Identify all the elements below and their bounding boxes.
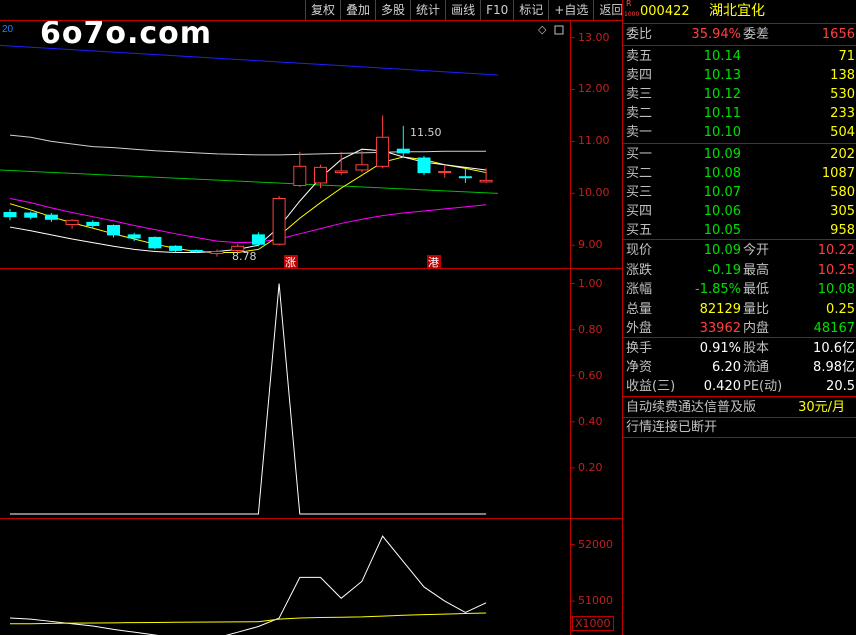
candle-body — [189, 249, 203, 252]
low-price-label: 8.78 — [232, 250, 257, 263]
ma-line-magenta — [9, 198, 487, 244]
badge-number: 1000 — [624, 11, 640, 18]
candle-body — [251, 234, 265, 245]
stock-code: 000422 — [640, 4, 690, 19]
price-pane: 11.50 8.78 涨 港 — [0, 44, 499, 269]
event-marker-hk: 港 — [428, 256, 439, 269]
indicator-axis-label: 0.60 — [578, 368, 603, 382]
chart-area: 11.50 8.78 涨 港 ◇ — [0, 20, 622, 635]
candle-body — [44, 214, 58, 220]
ma-line-white2 — [9, 148, 487, 254]
indicator-axis-label: 0.20 — [578, 460, 603, 474]
candle-body — [355, 164, 369, 171]
indicator-axis-label: 1.00 — [578, 276, 603, 290]
quote-row: 涨幅 -1.85% 最低 10.08 — [626, 282, 855, 297]
volume-pane — [9, 535, 487, 635]
indicator-line — [10, 283, 487, 515]
candle-body — [458, 176, 472, 179]
candle-body — [127, 234, 141, 239]
candle-body — [169, 245, 183, 251]
buy-level-row: 买二 10.08 1087 — [626, 166, 855, 181]
stock-name: 湖北宜化 — [709, 3, 765, 19]
quote-row: 总量 82129 量比 0.25 — [626, 301, 855, 317]
fin-row: 换手 0.91% 股本 10.6亿 — [626, 341, 855, 356]
ma-line-yellow — [9, 156, 487, 254]
candle-body — [417, 157, 431, 174]
price-axis-label: 10.00 — [578, 186, 610, 200]
price-axis-label: 11.00 — [578, 134, 610, 148]
connection-status: 行情连接已断开 — [626, 420, 718, 435]
quote-row: 外盘 33962 内盘 48167 — [626, 321, 855, 336]
buy-level-row: 买四 10.06 305 — [626, 204, 855, 219]
candle-body — [86, 221, 100, 227]
indicator-axis-label: 0.80 — [578, 322, 603, 336]
ma-line-blue — [0, 44, 499, 76]
candle-body — [24, 212, 38, 218]
buy-level-row: 买三 10.07 580 — [626, 185, 855, 200]
candle-body — [210, 250, 224, 255]
buy-level-row: 买一 10.09 202 — [626, 147, 855, 162]
quote-row: 涨跌 -0.19 最高 10.25 — [626, 262, 855, 278]
sell-level-row: 卖二 10.11 233 — [626, 106, 855, 121]
candle-body — [376, 136, 390, 167]
sell-level-row: 卖一 10.10 504 — [626, 125, 855, 140]
volume-avg-line — [10, 612, 487, 625]
candle-body — [314, 166, 327, 184]
buy-level-row: 买五 10.05 958 — [626, 223, 855, 238]
volume-unit-label: X1000 — [572, 616, 614, 631]
volume-axis-label: 51000 — [578, 594, 613, 608]
candle-body — [293, 165, 307, 187]
candle-body — [65, 219, 79, 225]
price-axis-label: 13.00 — [578, 30, 610, 44]
price-axis-label: 12.00 — [578, 82, 610, 96]
quote-row: 现价 10.09 今开 10.22 — [626, 243, 855, 258]
sell-level-row: 卖四 10.13 138 — [626, 68, 855, 83]
quote-panel: R 1000 000422 湖北宜化 委比 35.94% 委差 1656 卖五 … — [622, 0, 856, 635]
candle-body — [334, 170, 348, 174]
stock-header: R 1000 000422 湖北宜化 — [623, 0, 856, 21]
volume-axis-label: 52000 — [578, 537, 613, 551]
price-axis-label: 9.00 — [578, 238, 603, 252]
fin-row: 收益(三) 0.420 PE(动) 20.5 — [626, 379, 855, 394]
ma-line-green — [0, 169, 499, 194]
high-price-label: 11.50 — [410, 126, 442, 139]
diamond-icon[interactable]: ◇ — [538, 24, 547, 36]
indicator-pane — [10, 283, 487, 515]
ad-banner[interactable]: 自动续费通达信普及版 30元/月 — [623, 398, 856, 417]
candle-body — [479, 179, 493, 183]
expand-icon[interactable] — [554, 25, 564, 35]
candle-body — [3, 212, 17, 218]
webi-row: 委比 35.94% 委差 1656 — [626, 27, 855, 42]
candle-body — [148, 236, 162, 249]
event-marker-up: 涨 — [285, 256, 296, 269]
candle-body — [396, 148, 410, 154]
candle-body — [107, 225, 120, 236]
sell-level-row: 卖五 10.14 71 — [626, 49, 855, 64]
volume-line — [9, 535, 487, 635]
candle-body — [438, 171, 452, 174]
sell-level-row: 卖三 10.12 530 — [626, 87, 855, 102]
candle-body — [272, 198, 286, 245]
fin-row: 净资 6.20 流通 8.98亿 — [626, 360, 855, 375]
rong-badge: R — [626, 0, 632, 8]
indicator-axis-label: 0.40 — [578, 414, 603, 428]
